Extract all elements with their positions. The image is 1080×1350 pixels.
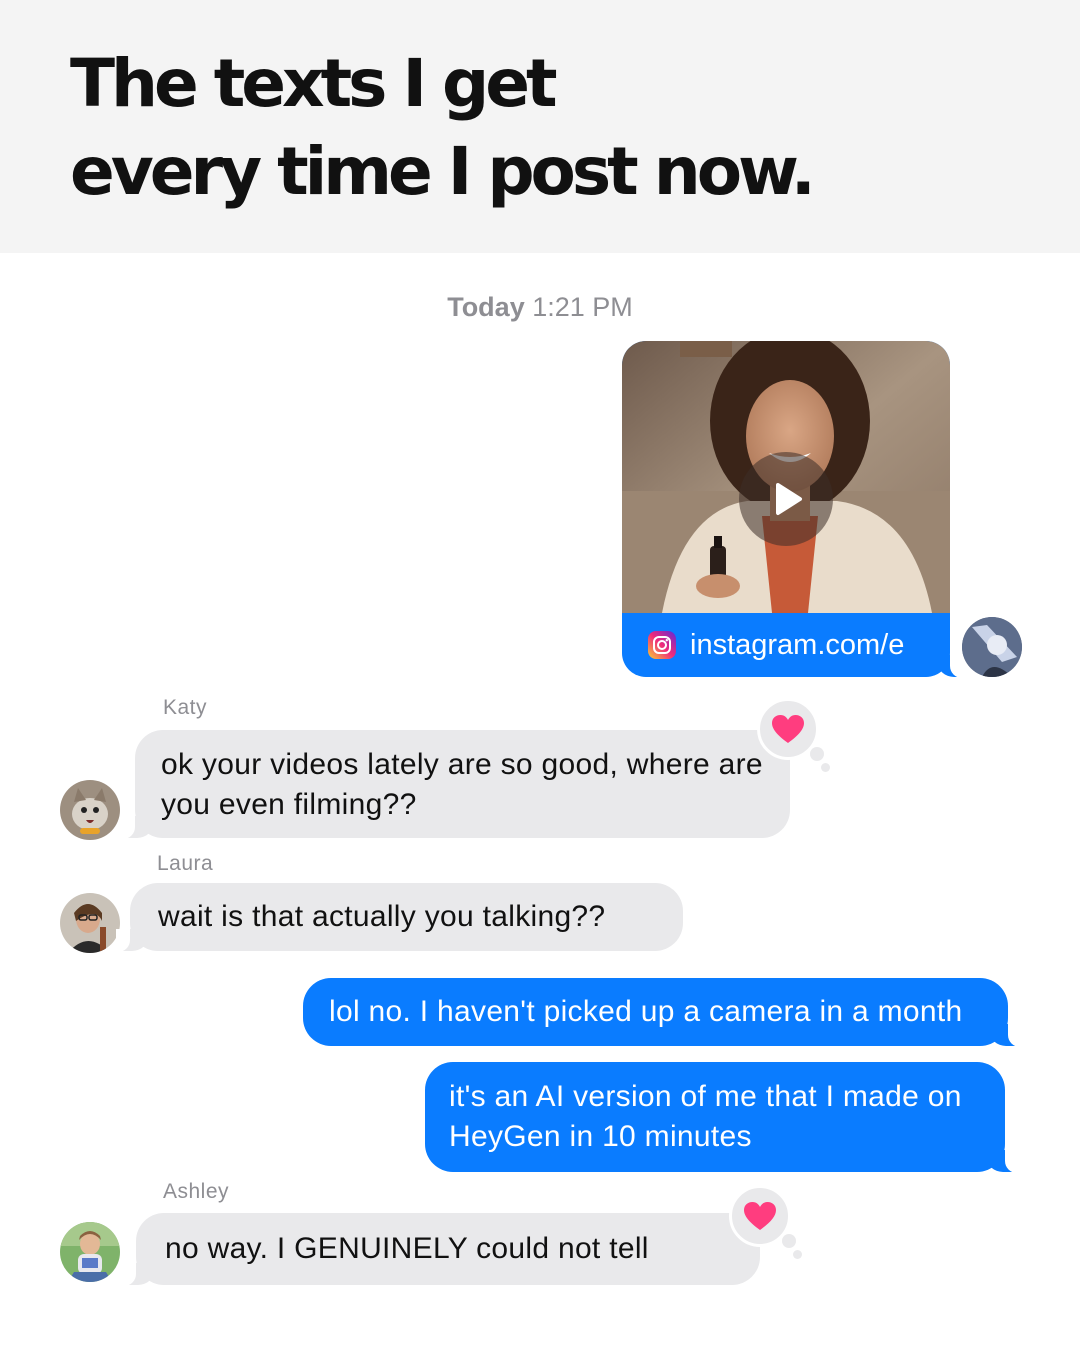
shared-video-message[interactable]: instagram.com/e xyxy=(622,341,950,677)
my-avatar[interactable] xyxy=(962,617,1022,677)
instagram-icon xyxy=(648,631,676,659)
headline: The texts I get every time I post now. xyxy=(70,40,1010,216)
link-url: instagram.com/e xyxy=(690,628,905,661)
message-text: lol no. I haven't picked up a camera in … xyxy=(329,995,963,1028)
message-text: ok your videos lately are so good, where… xyxy=(161,748,763,821)
link-preview-bar[interactable]: instagram.com/e xyxy=(622,613,950,677)
conversation-timestamp: Today 1:21 PM xyxy=(0,292,1080,323)
laura-avatar[interactable] xyxy=(60,893,120,953)
timestamp-day: Today xyxy=(447,292,525,322)
message-text: wait is that actually you talking?? xyxy=(158,900,606,933)
message-bubble[interactable]: wait is that actually you talking?? xyxy=(116,883,683,952)
katy-avatar[interactable] xyxy=(60,780,120,840)
message-text: it's an AI version of me that I made on … xyxy=(449,1080,962,1153)
timestamp-time: 1:21 PM xyxy=(532,292,633,322)
ashley-avatar[interactable] xyxy=(60,1222,120,1282)
sender-name: Laura xyxy=(157,852,214,875)
play-button[interactable] xyxy=(739,452,833,546)
message-bubble[interactable]: lol no. I haven't picked up a camera in … xyxy=(303,978,1022,1047)
message-bubble[interactable]: ok your videos lately are so good, where… xyxy=(121,730,790,839)
play-icon xyxy=(776,483,802,515)
message-bubble[interactable]: no way. I GENUINELY could not tell xyxy=(122,1213,760,1286)
headline-line-1: The texts I get xyxy=(70,45,558,122)
sender-name: Ashley xyxy=(163,1180,230,1203)
message-text: no way. I GENUINELY could not tell xyxy=(165,1232,649,1265)
header-banner: The texts I get every time I post now. xyxy=(0,0,1080,253)
heart-reaction[interactable] xyxy=(757,698,830,772)
heart-reaction[interactable] xyxy=(729,1185,802,1259)
heart-icon xyxy=(744,1202,776,1230)
heart-icon xyxy=(772,715,804,743)
headline-line-2: every time I post now. xyxy=(70,133,816,210)
sender-name: Katy xyxy=(163,696,208,719)
message-bubble[interactable]: it's an AI version of me that I made on … xyxy=(425,1062,1019,1173)
